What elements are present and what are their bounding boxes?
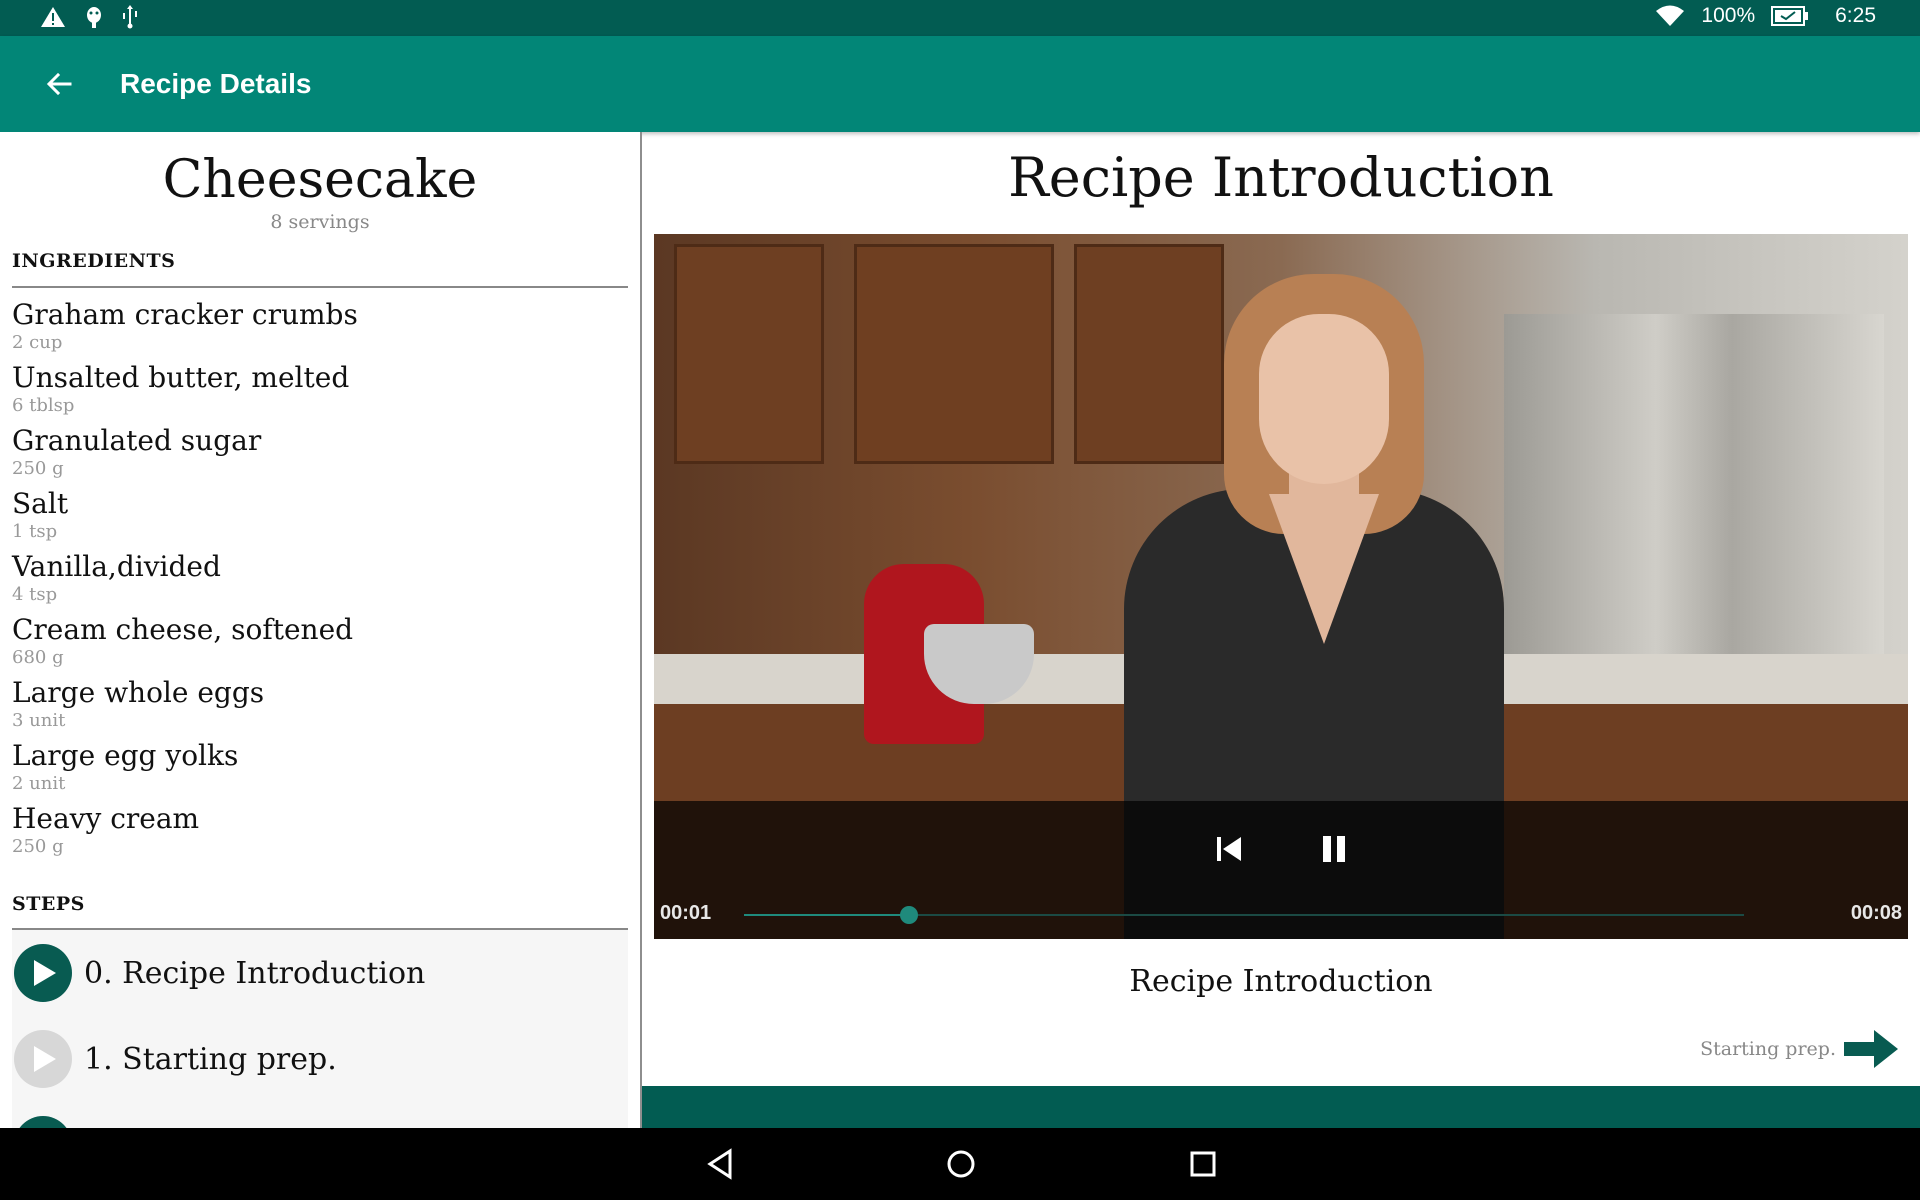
ingredient-item: Large egg yolks 2 unit	[12, 739, 628, 802]
android-debug-icon	[84, 5, 104, 29]
battery-icon	[1771, 5, 1809, 27]
battery-level: 100%	[1701, 4, 1756, 27]
ingredient-item: Vanilla,divided 4 tsp	[12, 550, 628, 613]
skip-previous-button[interactable]	[1211, 831, 1247, 867]
step-label: 1. Starting prep.	[84, 1042, 337, 1077]
ingredients-heading: INGREDIENTS	[12, 250, 176, 272]
seek-thumb[interactable]	[900, 906, 918, 924]
app-bar: Recipe Details	[0, 36, 1920, 132]
ingredient-item: Graham cracker crumbs 2 cup	[12, 298, 628, 361]
ingredient-name: Heavy cream	[12, 802, 200, 835]
ingredient-item: Granulated sugar 250 g	[12, 424, 628, 487]
ingredient-quantity: 250 g	[12, 836, 64, 857]
ingredient-name: Granulated sugar	[12, 424, 262, 457]
skip-previous-icon	[1217, 837, 1241, 861]
ingredients-divider	[12, 286, 628, 288]
clock: 6:25	[1835, 4, 1876, 27]
ingredient-name: Salt	[12, 487, 69, 520]
ingredients-list: Graham cracker crumbs 2 cup Unsalted but…	[12, 298, 628, 865]
play-icon	[14, 1116, 72, 1128]
ingredient-name: Unsalted butter, melted	[12, 361, 350, 394]
warning-icon	[40, 6, 66, 28]
ingredient-item: Cream cheese, softened 680 g	[12, 613, 628, 676]
wifi-icon	[1655, 4, 1685, 28]
arrow-forward-icon	[1844, 1030, 1898, 1068]
bottom-band	[642, 1086, 1920, 1128]
back-triangle-icon	[707, 1148, 732, 1180]
step-description: Recipe Introduction	[1129, 964, 1433, 999]
steps-list[interactable]: 0. Recipe Introduction 1. Starting prep.	[12, 930, 628, 1128]
ingredient-name: Large whole eggs	[12, 676, 265, 709]
ingredient-quantity: 680 g	[12, 647, 64, 668]
ingredient-quantity: 2 unit	[12, 773, 66, 794]
back-button[interactable]	[40, 64, 80, 104]
ingredient-quantity: 2 cup	[12, 332, 63, 353]
pause-button[interactable]	[1316, 831, 1352, 867]
recents-square-icon	[1190, 1151, 1216, 1177]
ingredient-name: Large egg yolks	[12, 739, 239, 772]
current-time: 00:01	[660, 902, 712, 924]
ingredient-name: Cream cheese, softened	[12, 613, 354, 646]
pause-icon	[1323, 836, 1345, 862]
ingredient-quantity: 4 tsp	[12, 584, 58, 605]
ingredient-item: Salt 1 tsp	[12, 487, 628, 550]
player-controls: 00:01 00:08	[654, 801, 1908, 939]
step-item-1[interactable]: 1. Starting prep.	[12, 1016, 628, 1102]
duration: 00:08	[1850, 902, 1902, 924]
ingredient-item: Unsalted butter, melted 6 tblsp	[12, 361, 628, 424]
nav-back-button[interactable]	[702, 1146, 738, 1182]
step-item-2[interactable]	[12, 1102, 628, 1128]
status-bar: 100% 6:25	[0, 0, 1920, 36]
ingredient-item: Large whole eggs 3 unit	[12, 676, 628, 739]
seek-progress	[744, 914, 909, 916]
seek-bar[interactable]	[744, 906, 1744, 924]
recipe-name: Cheesecake	[162, 150, 478, 210]
ingredient-quantity: 1 tsp	[12, 521, 58, 542]
play-icon	[14, 944, 72, 1002]
next-step-button[interactable]	[1842, 1026, 1900, 1072]
nav-home-button[interactable]	[943, 1146, 979, 1182]
ingredient-quantity: 3 unit	[12, 710, 66, 731]
ingredient-name: Vanilla,divided	[12, 550, 221, 583]
step-item-0[interactable]: 0. Recipe Introduction	[12, 930, 628, 1016]
servings-count: 8 servings	[270, 211, 370, 233]
play-icon	[14, 1030, 72, 1088]
home-circle-icon	[947, 1150, 975, 1178]
ingredient-quantity: 250 g	[12, 458, 64, 479]
step-label: 0. Recipe Introduction	[84, 956, 426, 991]
app-bar-title: Recipe Details	[120, 68, 312, 99]
ingredient-name: Graham cracker crumbs	[12, 298, 358, 331]
video-scene-cabinet	[854, 244, 1054, 464]
ingredient-quantity: 6 tblsp	[12, 395, 75, 416]
usb-icon	[122, 5, 138, 29]
ingredient-item: Heavy cream 250 g	[12, 802, 628, 865]
steps-heading: STEPS	[12, 893, 85, 915]
next-step-label[interactable]: Starting prep.	[1700, 1038, 1836, 1060]
video-player[interactable]: 00:01 00:08	[654, 234, 1908, 939]
video-scene-cabinet	[674, 244, 824, 464]
arrow-back-icon	[46, 72, 72, 96]
nav-recents-button[interactable]	[1185, 1146, 1221, 1182]
system-nav-bar	[0, 1128, 1920, 1200]
step-title: Recipe Introduction	[1008, 146, 1554, 209]
